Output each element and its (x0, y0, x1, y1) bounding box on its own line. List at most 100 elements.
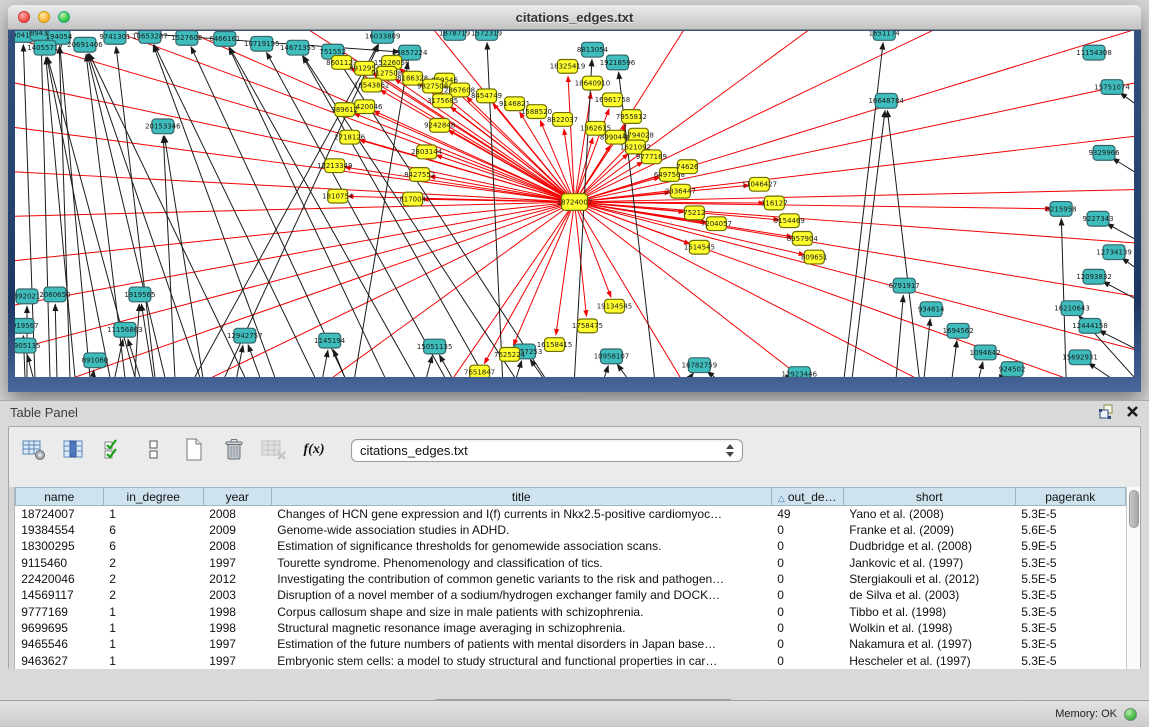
table-cell[interactable]: 2008 (203, 506, 271, 522)
table-scrollbar[interactable] (1126, 487, 1140, 669)
table-row[interactable]: 1872400712008Changes of HCN gene express… (15, 506, 1125, 522)
table-row[interactable]: 946554611997Estimation of the future num… (15, 636, 1125, 652)
delete-table-icon[interactable] (261, 438, 287, 462)
table-cell[interactable]: Embryonic stem cells: a model to study s… (271, 653, 771, 669)
table-cell[interactable]: 0 (771, 620, 843, 636)
table-cell[interactable]: Tibbo et al. (1998) (843, 604, 1015, 620)
column-header-out-de-[interactable]: △out_de… (771, 488, 843, 506)
table-row[interactable]: 1938455462009Genome-wide association stu… (15, 522, 1125, 538)
column-header-title[interactable]: title (271, 488, 771, 506)
table-cell[interactable]: 5.3E-5 (1015, 604, 1125, 620)
table-cell[interactable]: 1 (103, 506, 203, 522)
table-cell[interactable]: 1997 (203, 636, 271, 652)
table-cell[interactable]: 2 (103, 571, 203, 587)
select-columns-icon[interactable] (61, 438, 87, 462)
float-window-icon[interactable] (1098, 404, 1114, 419)
table-cell[interactable]: 2003 (203, 587, 271, 603)
column-header-name[interactable]: name (15, 488, 103, 506)
table-cell[interactable]: Stergiakouli et al. (2012) (843, 571, 1015, 587)
table-cell[interactable]: Hescheler et al. (1997) (843, 653, 1015, 669)
table-cell[interactable]: 1998 (203, 620, 271, 636)
table-cell[interactable]: 2 (103, 555, 203, 571)
table-row[interactable]: 2242004622012Investigating the contribut… (15, 571, 1125, 587)
table-cell[interactable]: Corpus callosum shape and size in male p… (271, 604, 771, 620)
column-header-short[interactable]: short (843, 488, 1015, 506)
table-cell[interactable]: 5.9E-5 (1015, 538, 1125, 554)
table-cell[interactable]: 9463627 (15, 653, 103, 669)
panel-splitter[interactable] (0, 392, 1149, 400)
table-cell[interactable]: 2009 (203, 522, 271, 538)
table-cell[interactable]: 1 (103, 604, 203, 620)
table-cell[interactable]: 0 (771, 571, 843, 587)
table-cell[interactable]: 9777169 (15, 604, 103, 620)
table-cell[interactable]: Wolkin et al. (1998) (843, 620, 1015, 636)
table-cell[interactable]: Changes of HCN gene expression and I(f) … (271, 506, 771, 522)
table-cell[interactable]: Jankovic et al. (1997) (843, 555, 1015, 571)
table-cell[interactable]: Genome-wide association studies in ADHD. (271, 522, 771, 538)
table-cell[interactable]: Dudbridge et al. (2008) (843, 538, 1015, 554)
table-cell[interactable]: 0 (771, 604, 843, 620)
table-cell[interactable]: 0 (771, 653, 843, 669)
table-cell[interactable]: 0 (771, 538, 843, 554)
table-cell[interactable]: Estimation of significance thresholds fo… (271, 538, 771, 554)
table-cell[interactable]: 9699695 (15, 620, 103, 636)
function-builder-icon[interactable]: f(x) (301, 438, 327, 462)
table-cell[interactable]: 5.6E-5 (1015, 522, 1125, 538)
table-cell[interactable]: Franke et al. (2009) (843, 522, 1015, 538)
table-cell[interactable]: 22420046 (15, 571, 103, 587)
splitter-grip-icon[interactable] (560, 395, 586, 399)
table-cell[interactable]: Disruption of a novel member of a sodium… (271, 587, 771, 603)
table-cell[interactable]: 5.3E-5 (1015, 587, 1125, 603)
create-column-icon[interactable] (181, 438, 207, 462)
column-header-in-degree[interactable]: in_degree (103, 488, 203, 506)
table-cell[interactable]: 9465546 (15, 636, 103, 652)
close-panel-icon[interactable] (1126, 405, 1139, 418)
close-window-button[interactable] (18, 11, 30, 23)
table-cell[interactable]: 2008 (203, 538, 271, 554)
table-cell[interactable]: 1998 (203, 604, 271, 620)
table-row[interactable]: 1830029562008Estimation of significance … (15, 538, 1125, 554)
table-cell[interactable]: 18724007 (15, 506, 103, 522)
table-cell[interactable]: 6 (103, 538, 203, 554)
table-cell[interactable]: 18300295 (15, 538, 103, 554)
network-canvas[interactable]: 9041389435194054140557172069140697413011… (15, 31, 1134, 377)
table-cell[interactable]: Investigating the contribution of common… (271, 571, 771, 587)
table-cell[interactable]: 49 (771, 506, 843, 522)
table-cell[interactable]: Yano et al. (2008) (843, 506, 1015, 522)
table-cell[interactable]: de Silva et al. (2003) (843, 587, 1015, 603)
table-cell[interactable]: 2 (103, 587, 203, 603)
table-cell[interactable]: 14569117 (15, 587, 103, 603)
table-cell[interactable]: 19384554 (15, 522, 103, 538)
column-header-pagerank[interactable]: pagerank (1015, 488, 1125, 506)
minimize-window-button[interactable] (38, 11, 50, 23)
table-row[interactable]: 911546021997Tourette syndrome. Phenomeno… (15, 555, 1125, 571)
table-settings-icon[interactable] (21, 438, 47, 462)
zoom-window-button[interactable] (58, 11, 70, 23)
table-cell[interactable]: 0 (771, 636, 843, 652)
table-row[interactable]: 977716911998Corpus callosum shape and si… (15, 604, 1125, 620)
table-cell[interactable]: 2012 (203, 571, 271, 587)
table-cell[interactable]: 1 (103, 636, 203, 652)
table-cell[interactable]: 9115460 (15, 555, 103, 571)
selection-mode-icon[interactable] (101, 438, 127, 462)
table-cell[interactable]: 1 (103, 653, 203, 669)
table-cell[interactable]: 6 (103, 522, 203, 538)
column-header-year[interactable]: year (203, 488, 271, 506)
table-selector-dropdown[interactable]: citations_edges.txt (351, 439, 743, 462)
table-cell[interactable]: 0 (771, 555, 843, 571)
window-titlebar[interactable]: citations_edges.txt (8, 5, 1141, 30)
table-cell[interactable]: 1997 (203, 653, 271, 669)
row-height-icon[interactable] (141, 438, 167, 462)
table-cell[interactable]: Tourette syndrome. Phenomenology and cla… (271, 555, 771, 571)
delete-columns-icon[interactable] (221, 438, 247, 462)
table-scrollbar-thumb[interactable] (1129, 490, 1139, 528)
table-cell[interactable]: 0 (771, 522, 843, 538)
table-cell[interactable]: 5.3E-5 (1015, 620, 1125, 636)
table-cell[interactable]: 5.5E-5 (1015, 571, 1125, 587)
table-cell[interactable]: 5.3E-5 (1015, 506, 1125, 522)
table-cell[interactable]: 0 (771, 587, 843, 603)
table-cell[interactable]: 5.3E-5 (1015, 636, 1125, 652)
table-cell[interactable]: Estimation of the future numbers of pati… (271, 636, 771, 652)
table-row[interactable]: 946362711997Embryonic stem cells: a mode… (15, 653, 1125, 669)
table-cell[interactable]: 5.3E-5 (1015, 555, 1125, 571)
